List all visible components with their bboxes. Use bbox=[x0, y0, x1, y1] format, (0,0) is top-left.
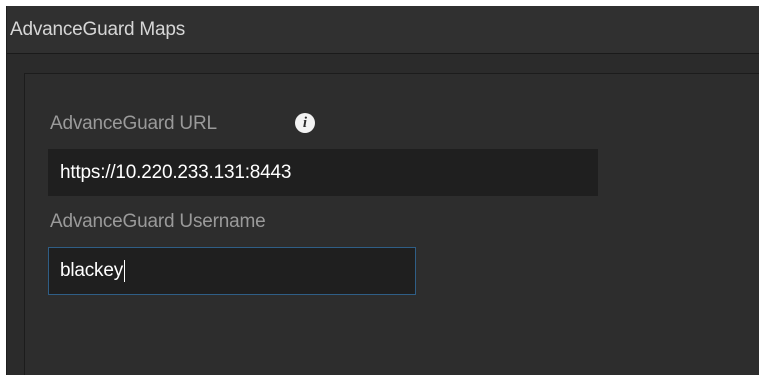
window: AdvanceGuard Maps AdvanceGuard URL i htt… bbox=[6, 6, 759, 375]
url-input[interactable]: https://10.220.233.131:8443 bbox=[48, 149, 598, 196]
section-title: AdvanceGuard Maps bbox=[10, 19, 186, 40]
settings-panel: AdvanceGuard URL i https://10.220.233.13… bbox=[24, 73, 759, 375]
text-cursor bbox=[124, 260, 126, 282]
url-label: AdvanceGuard URL bbox=[50, 113, 217, 134]
username-input-value: blackey bbox=[60, 260, 124, 281]
section-header: AdvanceGuard Maps bbox=[7, 6, 759, 54]
info-icon[interactable]: i bbox=[295, 113, 315, 133]
username-label: AdvanceGuard Username bbox=[50, 211, 266, 232]
url-input-value: https://10.220.233.131:8443 bbox=[60, 161, 292, 183]
username-input[interactable]: blackey bbox=[48, 247, 416, 295]
